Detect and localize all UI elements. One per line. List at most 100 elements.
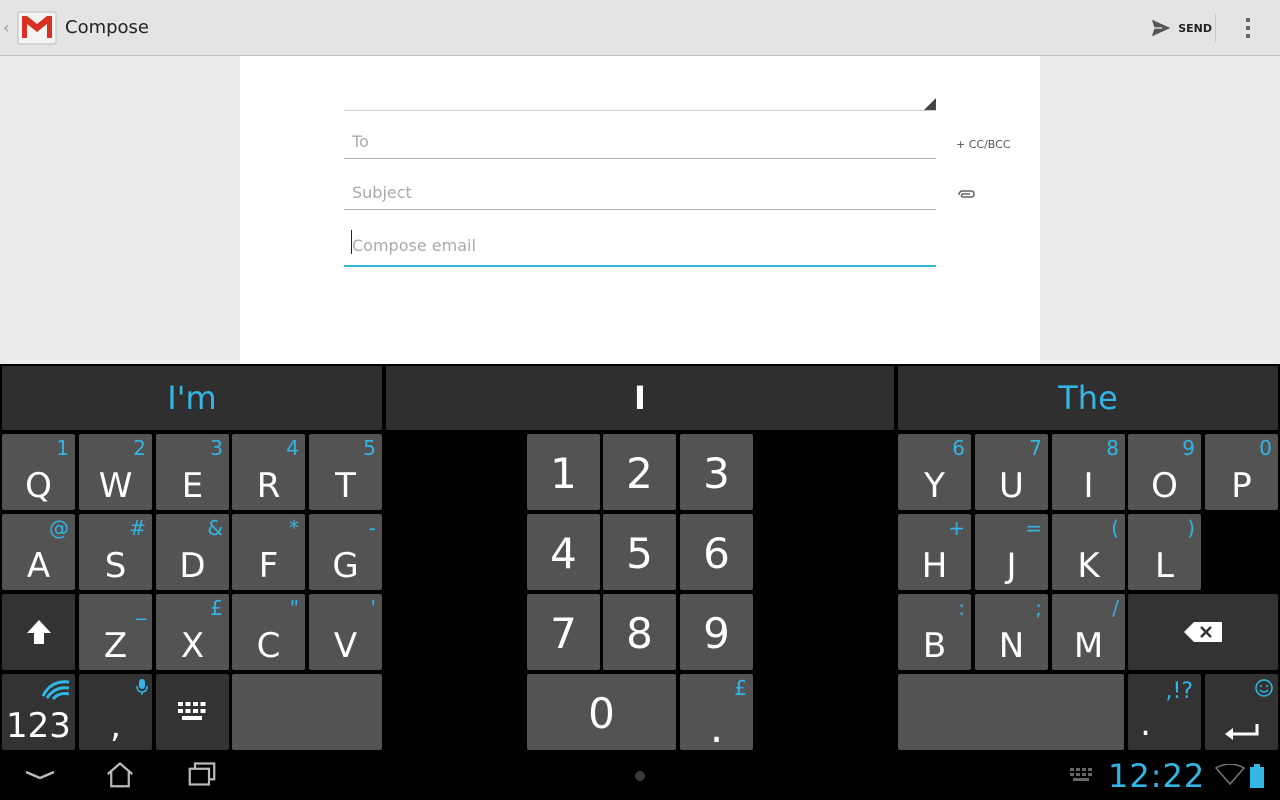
key-h[interactable]: + H <box>898 514 971 590</box>
numpad-0[interactable]: 0 <box>527 674 676 750</box>
key-e[interactable]: 3E <box>156 434 229 510</box>
numpad-3[interactable]: 3 <box>680 434 753 510</box>
key-s[interactable]: # S <box>79 514 152 590</box>
key-hint: ) <box>1187 516 1195 540</box>
key-m[interactable]: / M <box>1052 594 1125 670</box>
enter-icon <box>1225 724 1259 740</box>
subject-field[interactable] <box>344 175 936 210</box>
symbols-key[interactable]: 123 <box>2 674 75 750</box>
numpad-8[interactable]: 8 <box>603 594 676 670</box>
key-r[interactable]: 4R <box>232 434 305 510</box>
key-hint: 4 <box>286 436 299 460</box>
key-u[interactable]: 7U <box>975 434 1048 510</box>
space-key-left[interactable] <box>232 674 382 750</box>
key-hint: 9 <box>1182 436 1195 460</box>
key-label: P <box>1231 466 1252 506</box>
send-button[interactable]: SEND <box>1146 12 1212 44</box>
key-z[interactable]: _ Z <box>79 594 152 670</box>
suggestion-left[interactable]: I'm <box>2 366 382 430</box>
action-bar: ‹ Compose SEND <box>0 0 1280 56</box>
key-label: T <box>335 466 356 506</box>
key-c[interactable]: " C <box>232 594 305 670</box>
numpad-2[interactable]: 2 <box>603 434 676 510</box>
key-label: K <box>1077 546 1100 586</box>
key-l[interactable]: ) L <box>1128 514 1201 590</box>
to-input[interactable] <box>344 124 936 158</box>
numpad-5[interactable]: 5 <box>603 514 676 590</box>
home-icon[interactable] <box>100 760 140 788</box>
key-v[interactable]: ' V <box>309 594 382 670</box>
compose-body-input[interactable] <box>344 226 936 265</box>
key-label: 6 <box>703 529 730 578</box>
add-cc-bcc-button[interactable]: + CC/BCC <box>956 138 1011 151</box>
key-n[interactable]: ; N <box>975 594 1048 670</box>
enter-key[interactable] <box>1205 674 1278 750</box>
key-label: V <box>333 626 358 666</box>
backspace-key[interactable] <box>1128 594 1278 670</box>
up-caret-icon[interactable]: ‹ <box>3 18 9 38</box>
key-a[interactable]: @ A <box>2 514 75 590</box>
keyboard-notification-icon[interactable] <box>1070 768 1092 782</box>
key-q[interactable]: 1Q <box>2 434 75 510</box>
shift-key[interactable] <box>2 594 75 670</box>
key-hint: _ <box>136 596 146 620</box>
numpad-4[interactable]: 4 <box>527 514 600 590</box>
from-account-spinner[interactable] <box>344 110 936 111</box>
key-label: L <box>1155 546 1174 586</box>
key-p[interactable]: 0P <box>1205 434 1278 510</box>
suggestion-right[interactable]: The <box>898 366 1278 430</box>
key-label: . <box>709 703 724 752</box>
symbols-key-label: 123 <box>6 706 71 746</box>
key-label: S <box>104 546 127 586</box>
key-g[interactable]: -G <box>309 514 382 590</box>
key-t[interactable]: 5T <box>309 434 382 510</box>
recent-apps-icon[interactable] <box>182 760 222 788</box>
key-hint: * <box>289 516 299 540</box>
key-label: B <box>922 626 947 666</box>
compose-card <box>240 56 1040 364</box>
key-hint: 8 <box>1106 436 1119 460</box>
key-w[interactable]: 2W <box>79 434 152 510</box>
to-field[interactable] <box>344 124 936 159</box>
action-bar-divider <box>1215 14 1216 42</box>
spinner-arrow-icon[interactable] <box>924 98 936 110</box>
numpad-9[interactable]: 9 <box>680 594 753 670</box>
key-hint: + <box>948 516 965 540</box>
overflow-menu-icon[interactable] <box>1236 12 1260 44</box>
space-key-right[interactable] <box>898 674 1124 750</box>
smiley-icon <box>1255 679 1273 697</box>
numpad-1[interactable]: 1 <box>527 434 600 510</box>
key-x[interactable]: £ X <box>156 594 229 670</box>
numpad-6[interactable]: 6 <box>680 514 753 590</box>
numpad-7[interactable]: 7 <box>527 594 600 670</box>
key-label: Y <box>924 466 945 506</box>
comma-key[interactable]: , <box>79 674 152 750</box>
key-j[interactable]: = J <box>975 514 1048 590</box>
status-clock[interactable]: 12:22 <box>1108 756 1205 796</box>
key-b[interactable]: :B <box>898 594 971 670</box>
punctuation-key[interactable]: ,!? . <box>1128 674 1201 750</box>
subject-input[interactable] <box>344 175 936 209</box>
comma-key-label: , <box>110 706 121 746</box>
key-o[interactable]: 9O <box>1128 434 1201 510</box>
gmail-app-icon[interactable] <box>16 8 58 48</box>
hide-keyboard-icon[interactable] <box>20 762 60 790</box>
suggestion-middle[interactable]: I <box>386 366 894 430</box>
key-d[interactable]: & D <box>156 514 229 590</box>
key-label: O <box>1151 466 1178 506</box>
compose-body-field[interactable] <box>344 226 936 267</box>
key-label: 0 <box>588 689 615 738</box>
key-label: R <box>256 466 281 506</box>
key-k[interactable]: (K <box>1052 514 1125 590</box>
key-f[interactable]: * F <box>232 514 305 590</box>
key-label: 2 <box>626 449 653 498</box>
send-label: SEND <box>1178 21 1212 35</box>
key-hint: # <box>129 516 146 540</box>
layout-switch-key[interactable] <box>156 674 229 750</box>
key-hint: = <box>1025 516 1042 540</box>
key-i[interactable]: 8I <box>1052 434 1125 510</box>
attachment-icon[interactable] <box>955 186 977 204</box>
key-label: 1 <box>550 449 577 498</box>
numpad-dot[interactable]: £. <box>680 674 753 750</box>
key-y[interactable]: 6Y <box>898 434 971 510</box>
